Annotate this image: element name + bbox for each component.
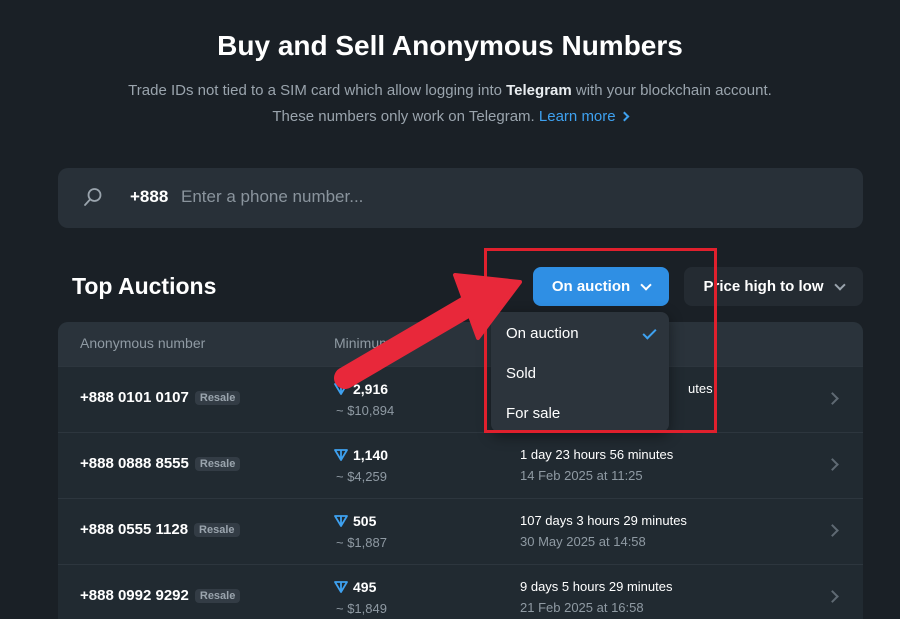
subtitle-telegram: Telegram xyxy=(506,82,572,99)
resale-badge: Resale xyxy=(194,457,241,471)
page-title: Buy and Sell Anonymous Numbers xyxy=(217,30,683,61)
chevron-right-icon xyxy=(826,590,839,603)
price-value: 2,916 xyxy=(353,381,389,397)
phone-number: +888 0101 0107 Resale xyxy=(80,389,241,406)
subtitle-text-end: with your blockchain account. xyxy=(571,82,772,99)
column-header-number: Anonymous number xyxy=(80,335,206,351)
sort-label: Price high to low xyxy=(703,278,824,295)
phone-number: +888 0992 9292 Resale xyxy=(80,587,241,604)
page-subtitle: Trade IDs not tied to a SIM card which a… xyxy=(0,78,900,130)
column-header-minimum: Minimum xyxy=(334,335,391,351)
chevron-right-icon xyxy=(826,524,839,537)
price: 505 xyxy=(334,513,376,529)
time-left: 9 days 5 hours 29 minutes xyxy=(520,579,673,594)
phone-number: +888 0555 1128 Resale xyxy=(80,521,240,538)
table-row[interactable]: +888 0992 9292 Resale 495 ~ $1,849 9 days… xyxy=(58,564,863,619)
chevron-right-icon xyxy=(826,458,839,471)
subtitle-text: Trade IDs not tied to a SIM card which a… xyxy=(128,82,507,99)
table-row[interactable]: +888 0101 0107 Resale 2,916 ~ $10,894 ute… xyxy=(58,366,863,432)
usd-value: ~ $4,259 xyxy=(336,469,387,484)
ton-icon xyxy=(334,383,348,395)
search-icon xyxy=(84,188,102,206)
number-text: +888 0992 9292 xyxy=(80,587,189,604)
ton-icon xyxy=(334,449,348,461)
chevron-down-icon xyxy=(833,278,846,291)
ton-icon xyxy=(334,581,348,593)
learn-more-link[interactable]: Learn more xyxy=(538,108,630,125)
number-text: +888 0888 8555 xyxy=(80,455,189,472)
usd-value: ~ $10,894 xyxy=(336,403,395,418)
price: 495 xyxy=(334,579,376,595)
section-title: Top Auctions xyxy=(72,273,217,299)
phone-number: +888 0888 8555 Resale xyxy=(80,455,241,472)
table-row[interactable]: +888 0555 1128 Resale 505 ~ $1,887 107 da… xyxy=(58,498,863,564)
table-row[interactable]: +888 0888 8555 Resale 1,140 ~ $4,259 1 da… xyxy=(58,432,863,498)
resale-badge: Resale xyxy=(194,589,241,603)
search-prefix: +888 xyxy=(130,187,169,206)
price-value: 1,140 xyxy=(353,447,389,463)
chevron-right-icon xyxy=(826,392,839,405)
time-left: 107 days 3 hours 29 minutes xyxy=(520,513,687,528)
annotation-highlight-box xyxy=(484,248,717,433)
number-text: +888 0555 1128 xyxy=(80,521,189,538)
number-text: +888 0101 0107 xyxy=(80,389,189,406)
ton-icon xyxy=(334,515,348,527)
learn-more-label: Learn more xyxy=(538,108,616,125)
table-header: Anonymous number Minimum xyxy=(58,322,863,366)
price-value: 495 xyxy=(353,579,377,595)
resale-badge: Resale xyxy=(194,391,241,405)
time-left: 1 day 23 hours 56 minutes xyxy=(520,447,674,462)
end-date: 30 May 2025 at 14:58 xyxy=(520,534,646,549)
usd-value: ~ $1,849 xyxy=(336,601,387,616)
resale-badge: Resale xyxy=(194,523,240,537)
price-value: 505 xyxy=(353,513,377,529)
subtitle-line2: These numbers only work on Telegram. xyxy=(272,108,535,125)
end-date: 14 Feb 2025 at 11:25 xyxy=(520,468,643,483)
price: 2,916 xyxy=(334,381,388,397)
end-date: 21 Feb 2025 at 16:58 xyxy=(520,600,644,615)
chevron-right-icon xyxy=(619,111,630,122)
auctions-table: Anonymous number Minimum +888 0101 0107 R… xyxy=(58,322,863,619)
usd-value: ~ $1,887 xyxy=(336,535,387,550)
price: 1,140 xyxy=(334,447,388,463)
phone-number-input[interactable] xyxy=(181,184,681,210)
